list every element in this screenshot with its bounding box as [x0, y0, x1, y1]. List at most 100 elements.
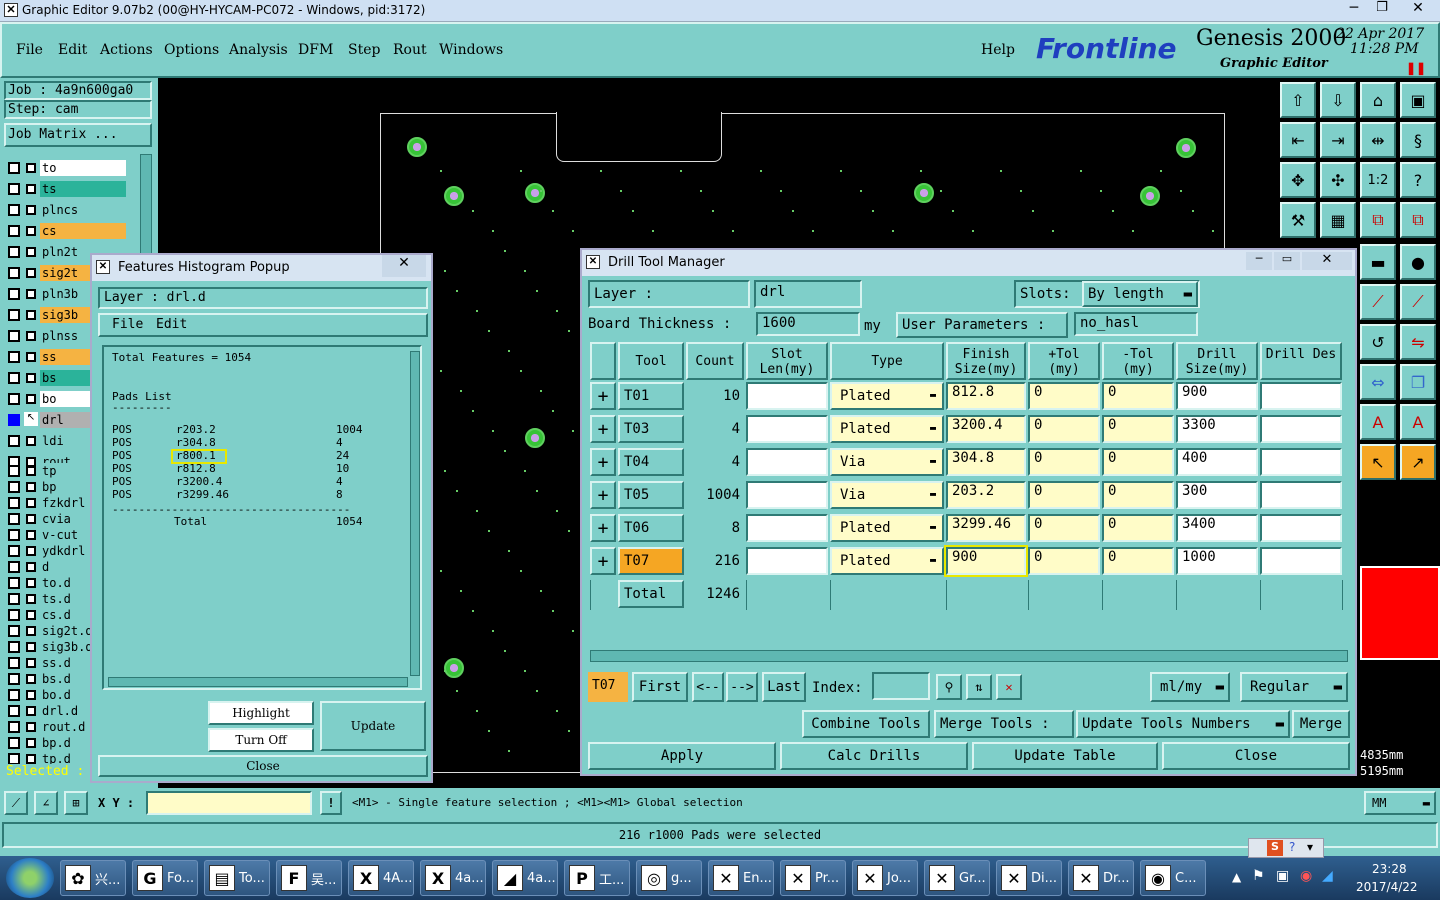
taskbar-item[interactable]: X 4a... [420, 860, 486, 896]
layer-checkbox[interactable] [8, 465, 20, 477]
menu-help[interactable]: Help [981, 42, 1015, 58]
layer-visibility-icon[interactable] [26, 289, 36, 299]
pad-row[interactable]: POS r304.8 4 [112, 436, 402, 449]
histogram-menu-edit[interactable]: Edit [156, 317, 187, 332]
layer-checkbox[interactable] [8, 225, 20, 237]
menu-windows[interactable]: Windows [439, 42, 503, 58]
layer-checkbox[interactable] [8, 641, 20, 653]
finish-input[interactable]: 203.2 [946, 481, 1026, 509]
taskbar-item[interactable]: ✕ Pr... [780, 860, 846, 896]
type-dropdown[interactable]: Plated ▬ [830, 547, 944, 575]
unit-dropdown[interactable]: ml/my ▬ [1150, 672, 1230, 702]
histogram-hscroll[interactable] [108, 677, 408, 687]
layer-checkbox[interactable] [8, 529, 20, 541]
tool-cell[interactable]: T06 [618, 514, 684, 542]
menu-options[interactable]: Options [164, 42, 219, 58]
tray-flag-icon[interactable]: ⚑ [1252, 868, 1265, 884]
layer-visibility-icon[interactable] [26, 436, 36, 446]
tool-cell[interactable]: T04 [618, 448, 684, 476]
des-input[interactable] [1260, 514, 1342, 542]
layer-visibility-icon[interactable] [26, 310, 36, 320]
scale-icon[interactable]: 1:2 [1360, 162, 1396, 198]
taskbar-item[interactable]: ✕ En... [708, 860, 774, 896]
ptol-input[interactable]: 0 [1028, 415, 1100, 443]
tray-arrow-icon[interactable]: ▲ [1232, 870, 1241, 884]
layer-checkbox[interactable] [8, 309, 20, 321]
type-dropdown[interactable]: Plated ▬ [830, 514, 944, 542]
zoom-fit-icon[interactable]: ✥ [1280, 162, 1316, 198]
layer-checkbox[interactable] [8, 609, 20, 621]
histogram-update-button[interactable]: Update [320, 701, 426, 751]
des-input[interactable] [1260, 382, 1342, 410]
layer-visibility-icon[interactable] [26, 226, 36, 236]
layer-checkbox[interactable] [8, 162, 20, 174]
layer-checkbox[interactable] [8, 351, 20, 363]
histogram-close-button[interactable]: Close [98, 755, 428, 777]
layer-checkbox[interactable] [8, 497, 20, 509]
layer-visibility-icon[interactable] [26, 674, 36, 684]
rotate-icon[interactable]: § [1400, 122, 1436, 158]
taskbar-item[interactable]: ◉ C... [1140, 860, 1206, 896]
pad-row[interactable]: POS r3299.46 8 [112, 488, 402, 501]
index-input[interactable] [872, 672, 930, 700]
ptol-input[interactable]: 0 [1028, 382, 1100, 410]
ime-help-icon[interactable]: ? [1289, 840, 1295, 854]
expand-row-icon[interactable]: + [590, 415, 616, 443]
undo-icon[interactable]: ↺ [1360, 324, 1396, 360]
layer-checkbox[interactable] [8, 705, 20, 717]
histogram-vscroll[interactable] [410, 351, 420, 676]
taskbar-item[interactable]: ▤ To... [204, 860, 270, 896]
move-icon[interactable]: ⇔ [1360, 364, 1396, 400]
layer-visibility-icon[interactable] [26, 205, 36, 215]
taskbar-item[interactable]: ✕ Gr... [924, 860, 990, 896]
type-dropdown[interactable]: Via ▬ [830, 481, 944, 509]
mtol-input[interactable]: 0 [1102, 415, 1174, 443]
crosshair-icon[interactable]: ⊞ [64, 791, 88, 815]
layer-visibility-icon[interactable] [26, 642, 36, 652]
slots-dropdown[interactable]: By length ▬ [1082, 281, 1198, 307]
taskbar-item[interactable]: ✿ 兴... [60, 860, 126, 896]
prev-button[interactable]: <-- [692, 672, 724, 702]
layer-checkbox[interactable] [8, 414, 20, 426]
apply-button[interactable]: Apply [588, 742, 776, 770]
histogram-menu-file[interactable]: File [112, 317, 143, 332]
delete-icon[interactable]: ✕ [996, 674, 1022, 700]
grid-icon[interactable]: ▦ [1320, 202, 1356, 238]
layer-visibility-icon[interactable] [26, 530, 36, 540]
merge-button[interactable]: Merge [1292, 710, 1350, 738]
slot-input[interactable] [746, 481, 828, 509]
finish-input[interactable]: 3200.4 [946, 415, 1026, 443]
pan-icon[interactable]: ✣ [1320, 162, 1356, 198]
layer-item[interactable]: to [6, 160, 126, 176]
mirror-icon[interactable]: ⇹ [1360, 122, 1396, 158]
tool-cell[interactable]: T03 [618, 415, 684, 443]
pad-row[interactable]: POS r812.8 10 [112, 462, 402, 475]
expand-row-icon[interactable]: + [590, 382, 616, 410]
finish-input[interactable]: 3299.46 [946, 514, 1026, 542]
export-icon[interactable]: ⇥ [1320, 122, 1356, 158]
taskbar-item[interactable]: F 吴... [276, 860, 342, 896]
expand-row-icon[interactable]: + [590, 448, 616, 476]
update-numbers-dropdown[interactable]: Update Tools Numbers ▬ [1076, 710, 1290, 738]
color-swatch[interactable] [1360, 566, 1440, 660]
layer-visibility-icon[interactable] [26, 706, 36, 716]
layer-checkbox[interactable] [8, 513, 20, 525]
tool-cell[interactable]: T01 [618, 382, 684, 410]
drill-maximize-button[interactable]: ▭ [1274, 252, 1300, 270]
import-icon[interactable]: ⇤ [1280, 122, 1316, 158]
measure-tool-icon[interactable]: ⟋ [4, 791, 28, 815]
start-button[interactable] [6, 858, 54, 898]
combine-tools-button[interactable]: Combine Tools [802, 710, 930, 738]
layer-visibility-icon[interactable] [26, 163, 36, 173]
des-input[interactable] [1260, 448, 1342, 476]
job-matrix-button[interactable]: Job Matrix ... [4, 123, 152, 147]
mtol-input[interactable]: 0 [1102, 382, 1174, 410]
taskbar-item[interactable]: ◢ 4a... [492, 860, 558, 896]
window-icon[interactable]: ▣ [1400, 82, 1436, 118]
select-area-icon[interactable]: ↗ [1400, 444, 1436, 480]
ime-s-icon[interactable]: S [1267, 840, 1283, 856]
layer-checkbox[interactable] [8, 657, 20, 669]
layer-checkbox[interactable] [8, 288, 20, 300]
taskbar-item[interactable]: ✕ Jo... [852, 860, 918, 896]
layer-visibility-icon[interactable] [26, 754, 36, 764]
